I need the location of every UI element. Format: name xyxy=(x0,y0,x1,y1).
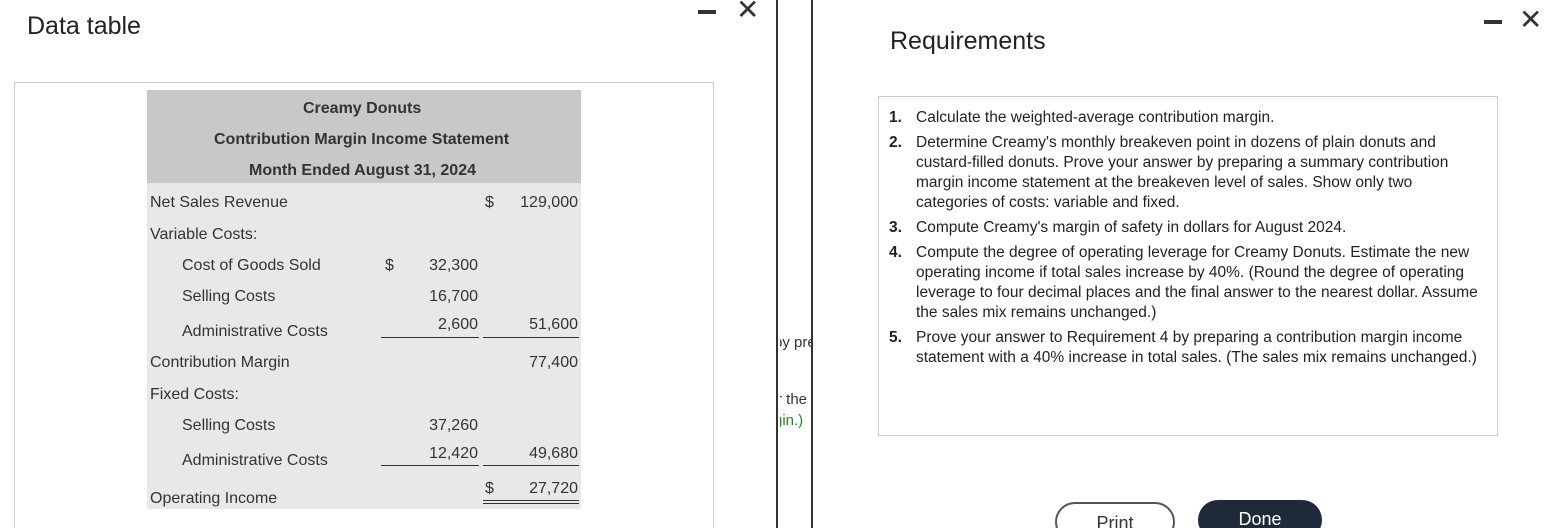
requirement-text: Compute Creamy's margin of safety in dol… xyxy=(916,219,1347,236)
var-selling-value: 16,700 xyxy=(429,288,478,305)
oi-double-underline-2 xyxy=(483,503,579,504)
var-total-underline xyxy=(483,337,579,338)
requirement-item: 4. Compute the degree of operating lever… xyxy=(889,243,1484,323)
requirement-item: 5. Prove your answer to Requirement 4 by… xyxy=(889,328,1484,368)
oi-double-underline-1 xyxy=(483,500,579,501)
requirement-number: 2. xyxy=(889,134,902,151)
bg-fragment-3: gin.) xyxy=(780,412,804,429)
fix-total-value: 49,680 xyxy=(529,445,578,462)
fix-subtotal-underline xyxy=(381,465,479,466)
net-sales-label: Net Sales Revenue xyxy=(150,194,288,211)
bg-fragment-1: by pre xyxy=(780,334,811,351)
cm-value: 77,400 xyxy=(529,354,578,371)
requirement-text: Prove your answer to Requirement 4 by pr… xyxy=(916,329,1477,366)
requirements-box: 1. Calculate the weighted-average contri… xyxy=(878,96,1498,436)
requirements-list: 1. Calculate the weighted-average contri… xyxy=(889,108,1484,373)
requirements-dialog: Requirements ✕ 1. Calculate the weighted… xyxy=(815,0,1557,528)
oi-value: 27,720 xyxy=(529,480,578,497)
variable-costs-label: Variable Costs: xyxy=(150,226,258,243)
var-total-value: 51,600 xyxy=(529,316,578,333)
statement-header: Creamy Donuts Contribution Margin Income… xyxy=(147,90,581,183)
background-dialog-fragment: by pre r the gin.) xyxy=(780,0,813,528)
fix-total-underline xyxy=(483,465,579,466)
var-subtotal-underline xyxy=(381,337,479,338)
close-icon[interactable]: ✕ xyxy=(736,0,759,24)
fix-admin-value: 12,420 xyxy=(429,445,478,462)
fix-selling-value: 37,260 xyxy=(429,417,478,434)
requirement-number: 4. xyxy=(889,244,902,261)
requirement-number: 1. xyxy=(889,109,902,126)
print-button[interactable]: Print xyxy=(1055,502,1175,528)
var-admin-value: 2,600 xyxy=(437,316,478,333)
bg-fragment-2: r the xyxy=(780,391,808,408)
minimize-icon[interactable] xyxy=(698,10,716,14)
done-button[interactable]: Done xyxy=(1198,500,1322,528)
requirement-item: 1. Calculate the weighted-average contri… xyxy=(889,108,1484,128)
requirement-number: 5. xyxy=(889,329,902,346)
cogs-label: Cost of Goods Sold xyxy=(182,257,321,274)
data-table-dialog: Data table ✕ Creamy Donuts Contribution … xyxy=(0,0,778,528)
oi-label: Operating Income xyxy=(150,490,278,507)
minimize-icon[interactable] xyxy=(1484,20,1502,24)
requirement-item: 2. Determine Creamy's monthly breakeven … xyxy=(889,133,1484,213)
fixed-costs-label: Fixed Costs: xyxy=(150,386,239,403)
close-icon[interactable]: ✕ xyxy=(1519,6,1542,34)
dialog-title: Requirements xyxy=(890,27,1046,55)
cm-label: Contribution Margin xyxy=(150,354,290,371)
var-admin-label: Administrative Costs xyxy=(182,323,328,340)
requirement-number: 3. xyxy=(889,219,902,236)
fix-admin-label: Administrative Costs xyxy=(182,452,328,469)
dialog-title: Data table xyxy=(27,12,141,40)
fix-selling-label: Selling Costs xyxy=(182,417,276,434)
requirement-text: Determine Creamy's monthly breakeven poi… xyxy=(916,134,1449,211)
company-name: Creamy Donuts xyxy=(303,100,422,117)
statement-name: Contribution Margin Income Statement xyxy=(214,131,510,148)
cogs-value: 32,300 xyxy=(429,257,478,274)
income-statement: Creamy Donuts Contribution Margin Income… xyxy=(147,90,581,509)
var-selling-label: Selling Costs xyxy=(182,288,276,305)
statement-period: Month Ended August 31, 2024 xyxy=(249,162,476,179)
requirement-text: Calculate the weighted-average contribut… xyxy=(916,109,1275,126)
net-sales-value: 129,000 xyxy=(520,194,578,211)
requirement-text: Compute the degree of operating leverage… xyxy=(916,244,1478,321)
requirement-item: 3. Compute Creamy's margin of safety in … xyxy=(889,218,1484,238)
